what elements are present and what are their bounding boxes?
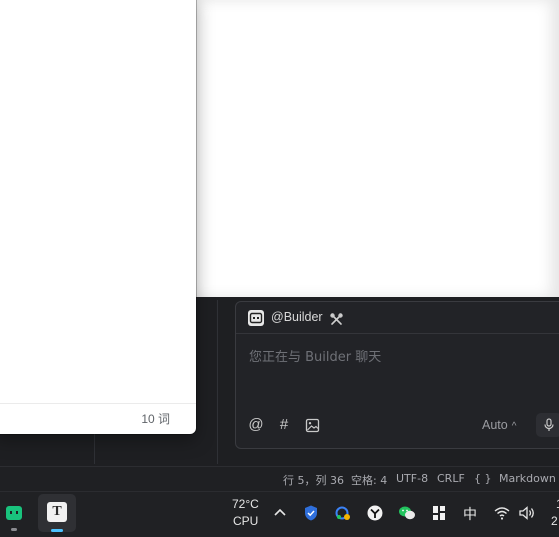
panel-divider: [217, 300, 218, 464]
status-bar: 行 5，列 36 空格: 4 UTF-8 CRLF { } Markdown: [0, 466, 559, 491]
shield-icon[interactable]: [302, 504, 320, 522]
microphone-icon: [544, 418, 554, 431]
clock-date[interactable]: 2: [551, 514, 558, 528]
word-count[interactable]: 10 词: [141, 410, 170, 427]
line-ending[interactable]: CRLF: [437, 472, 465, 485]
taskbar: T 72°C CPU 中 2: [0, 491, 559, 537]
wechat-icon[interactable]: [398, 504, 416, 522]
cpu-temperature[interactable]: 72°C: [232, 497, 259, 511]
braces-indicator[interactable]: { }: [474, 472, 492, 485]
chat-panel: @Builder 您正在与 Builder 聊天 @ # Auto ^: [235, 301, 559, 449]
windows-app-icon[interactable]: [430, 504, 448, 522]
encoding[interactable]: UTF-8: [396, 472, 428, 485]
builder-agent-icon: [248, 310, 264, 326]
volume-icon[interactable]: [518, 504, 536, 522]
tray-app-icon[interactable]: [366, 504, 384, 522]
cursor-position[interactable]: 行 5，列 36: [283, 472, 344, 488]
document-window: 10 词: [0, 0, 196, 434]
hash-button[interactable]: #: [276, 417, 292, 433]
microphone-button[interactable]: [536, 413, 559, 437]
tools-icon[interactable]: [330, 311, 343, 325]
wifi-icon[interactable]: [493, 504, 511, 522]
indentation[interactable]: 空格: 4: [351, 472, 387, 488]
cloud-sync-icon[interactable]: [334, 504, 352, 522]
agent-name[interactable]: @Builder: [271, 310, 323, 324]
language-mode[interactable]: Markdown: [499, 472, 556, 485]
chevron-up-icon[interactable]: [271, 504, 289, 522]
mode-label: Auto: [482, 418, 508, 432]
image-icon[interactable]: [304, 417, 320, 433]
document-footer-divider: [0, 403, 196, 404]
terminal-app-icon[interactable]: [0, 497, 30, 531]
chat-header: @Builder: [236, 302, 559, 334]
chevron-up-icon: ^: [511, 421, 517, 432]
chat-input[interactable]: 您正在与 Builder 聊天: [249, 346, 381, 365]
typora-app-icon[interactable]: T: [38, 494, 76, 532]
mention-button[interactable]: @: [248, 417, 264, 433]
mode-selector[interactable]: Auto ^: [482, 418, 516, 432]
cpu-label[interactable]: CPU: [233, 514, 258, 528]
editor-window: [196, 0, 559, 297]
input-method[interactable]: 中: [463, 504, 477, 524]
